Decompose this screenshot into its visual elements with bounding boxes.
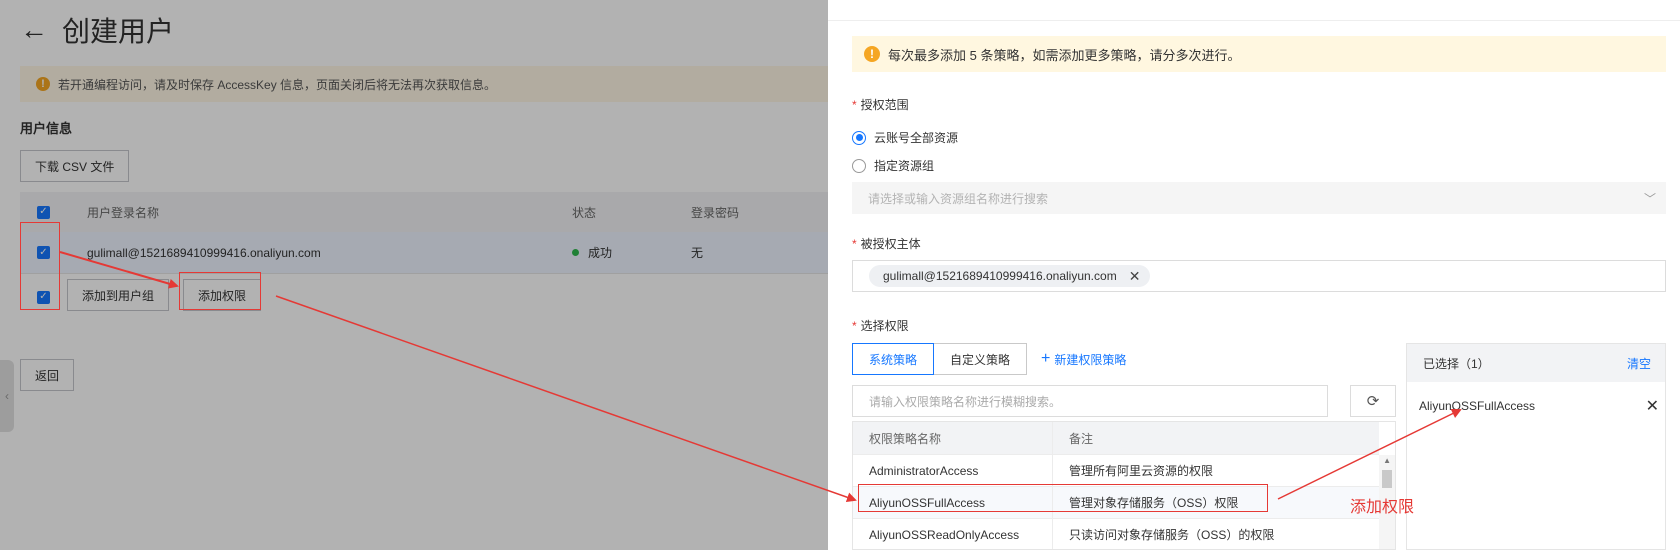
selected-count: 已选择（1） [1423, 356, 1490, 371]
policy-name-cell: AdministratorAccess [853, 455, 1053, 486]
bulk-checkbox[interactable]: ✓ [37, 290, 50, 304]
principal-tag-text: gulimall@1521689410999416.onaliyun.com [883, 269, 1117, 283]
warning-icon: ! [864, 46, 880, 62]
resource-group-placeholder: 请选择或输入资源组名称进行搜索 [868, 191, 1049, 206]
column-note: 备注 [1069, 431, 1094, 446]
user-info-title: 用户信息 [20, 121, 73, 136]
annotation-text: 添加权限 [1350, 497, 1415, 516]
table-row[interactable]: AliyunOSSFullAccess 管理对象存储服务（OSS）权限 [853, 487, 1379, 519]
warning-icon: ! [36, 77, 50, 91]
policy-limit-text: 每次最多添加 5 条策略，如需添加更多策略，请分多次进行。 [888, 47, 1241, 63]
return-button[interactable]: 返回 [20, 359, 75, 391]
radio-checked-icon[interactable] [852, 130, 866, 145]
selected-item-name: AliyunOSSFullAccess [1419, 399, 1536, 413]
column-policy-name: 权限策略名称 [853, 422, 1053, 454]
policy-note-cell: 管理对象存储服务（OSS）权限 [1069, 496, 1239, 510]
tab-custom-policy[interactable]: 自定义策略 [934, 343, 1028, 375]
page-title: ← 创建用户 [20, 12, 174, 48]
policy-table: 权限策略名称 备注 AdministratorAccess 管理所有阿里云资源的… [852, 421, 1396, 550]
table-row[interactable]: AdministratorAccess 管理所有阿里云资源的权限 [853, 455, 1379, 487]
radio-unchecked-icon[interactable] [852, 158, 866, 173]
login-name-cell: gulimall@1521689410999416.onaliyun.com [87, 245, 321, 260]
policy-name-cell: AliyunOSSFullAccess [853, 487, 1053, 518]
success-dot-icon [572, 249, 579, 256]
scroll-thumb[interactable] [1382, 470, 1392, 488]
policy-search-input[interactable]: 请输入权限策略名称进行模糊搜索。 [852, 385, 1328, 417]
scope-option-all[interactable]: 云账号全部资源 [852, 129, 958, 146]
policy-type-tabs: 系统策略 自定义策略 [852, 343, 1028, 375]
policy-note-cell: 管理所有阿里云资源的权限 [1069, 464, 1214, 478]
collapse-handle-icon[interactable]: ‹ [0, 360, 14, 432]
clear-selected-link[interactable]: 清空 [1627, 355, 1651, 372]
permission-label: * 选择权限 [852, 319, 909, 333]
table-row[interactable]: AliyunOSSReadOnlyAccess 只读访问对象存储服务（OSS）的… [853, 519, 1379, 549]
table-row: ✓ gulimall@1521689410999416.onaliyun.com… [20, 232, 828, 274]
policy-note-cell: 只读访问对象存储服务（OSS）的权限 [1069, 528, 1275, 542]
resource-group-select: 请选择或输入资源组名称进行搜索 ﹀ [852, 182, 1666, 214]
scroll-up-icon[interactable]: ▲ [1383, 456, 1391, 465]
select-all-checkbox[interactable]: ✓ [37, 205, 50, 219]
new-policy-label: 新建权限策略 [1054, 352, 1127, 367]
column-login-name: 用户登录名称 [87, 205, 160, 220]
remove-tag-icon[interactable]: ✕ [1129, 268, 1141, 285]
add-to-group-button[interactable]: 添加到用户组 [67, 279, 170, 311]
scope-option-group-label: 指定资源组 [874, 159, 935, 173]
selected-policies-panel: 已选择（1） 清空 AliyunOSSFullAccess ✕ [1406, 343, 1666, 550]
status-cell: 成功 [567, 244, 691, 261]
page-title-text: 创建用户 [62, 15, 175, 48]
panel-divider [828, 20, 1680, 21]
add-permission-panel: ! 每次最多添加 5 条策略，如需添加更多策略，请分多次进行。 * 授权范围 云账… [828, 0, 1680, 550]
principal-field[interactable]: gulimall@1521689410999416.onaliyun.com ✕ [852, 260, 1666, 292]
refresh-button[interactable]: ⟳ [1350, 385, 1396, 417]
selected-header: 已选择（1） 清空 [1407, 344, 1665, 382]
tab-system-policy[interactable]: 系统策略 [852, 343, 935, 375]
status-text: 成功 [588, 246, 613, 260]
policy-search-placeholder: 请输入权限策略名称进行模糊搜索。 [869, 394, 1062, 409]
scope-option-group[interactable]: 指定资源组 [852, 157, 934, 174]
password-cell: 无 [691, 246, 704, 260]
principal-tag: gulimall@1521689410999416.onaliyun.com ✕ [869, 265, 1151, 287]
policy-name-cell: AliyunOSSReadOnlyAccess [853, 519, 1053, 549]
accesskey-notice: ! 若开通编程访问，请及时保存 AccessKey 信息，页面关闭后将无法再次获… [20, 66, 828, 102]
column-status: 状态 [572, 205, 597, 220]
scope-option-all-label: 云账号全部资源 [874, 131, 959, 145]
chevron-down-icon: ﹀ [1643, 192, 1656, 206]
policy-limit-notice: ! 每次最多添加 5 条策略，如需添加更多策略，请分多次进行。 [852, 36, 1666, 72]
principal-label: * 被授权主体 [852, 237, 921, 251]
remove-selected-icon[interactable]: ✕ [1646, 396, 1659, 416]
selected-item: AliyunOSSFullAccess ✕ [1419, 396, 1659, 416]
row-checkbox[interactable]: ✓ [37, 246, 50, 259]
bulk-actions: ✓ [20, 280, 67, 314]
policy-table-header: 权限策略名称 备注 [853, 422, 1379, 455]
add-permission-button[interactable]: 添加权限 [183, 279, 262, 311]
download-csv-button[interactable]: 下载 CSV 文件 [20, 150, 130, 182]
scope-label: * 授权范围 [852, 98, 909, 112]
create-user-page: ← 创建用户 ! 若开通编程访问，请及时保存 AccessKey 信息，页面关闭… [0, 0, 828, 550]
back-arrow-icon[interactable]: ← [20, 16, 48, 44]
plus-icon: + [1041, 350, 1051, 367]
user-table-header: ✓ 用户登录名称 状态 登录密码 [20, 192, 828, 232]
refresh-icon: ⟳ [1366, 393, 1380, 410]
new-policy-link[interactable]: + 新建权限策略 [1041, 343, 1126, 375]
notice-text: 若开通编程访问，请及时保存 AccessKey 信息，页面关闭后将无法再次获取信… [58, 77, 497, 92]
column-password: 登录密码 [691, 205, 740, 220]
